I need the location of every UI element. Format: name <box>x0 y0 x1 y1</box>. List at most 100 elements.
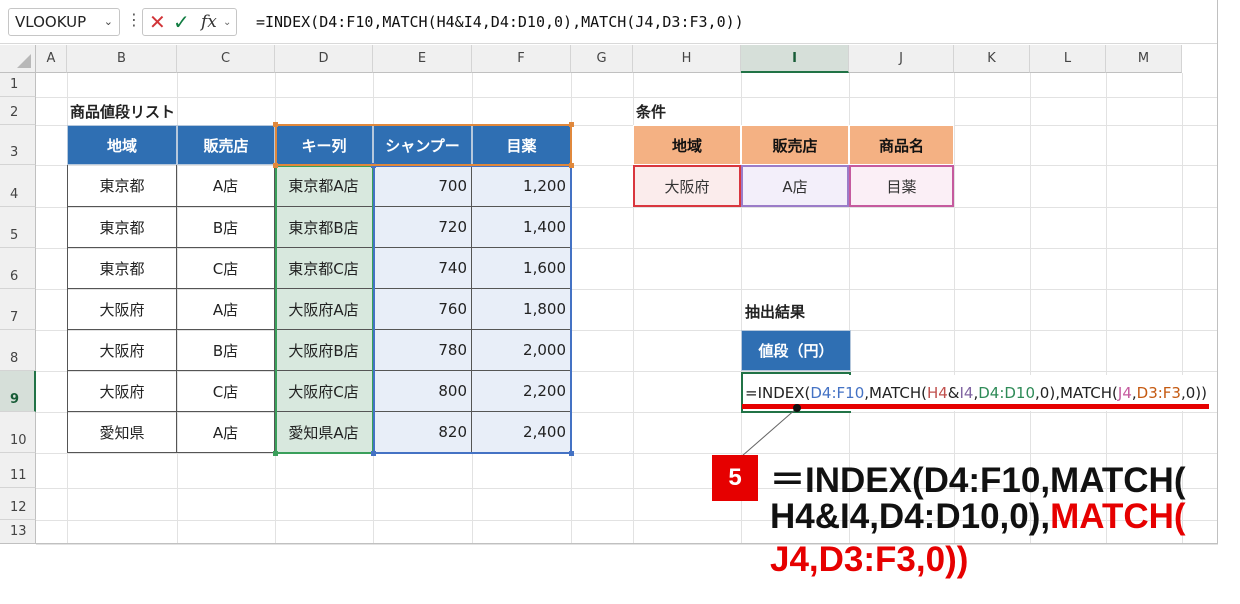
gridline-horizontal <box>36 544 1218 545</box>
column-header-h[interactable]: H <box>633 45 741 73</box>
column-header-f[interactable]: F <box>472 45 571 73</box>
row-header-8[interactable]: 8 <box>0 330 36 371</box>
price-list-header-cell: 地域 <box>67 125 177 165</box>
price-list-cell[interactable]: C店 <box>177 248 275 289</box>
row-header-2[interactable]: 2 <box>0 97 36 125</box>
column-header-a[interactable]: A <box>36 45 67 73</box>
price-list-cell[interactable]: 大阪府B店 <box>275 330 373 371</box>
formula-input[interactable]: =INDEX(D4:F10,MATCH(H4&I4,D4:D10,0),MATC… <box>256 13 744 31</box>
price-list-cell[interactable]: 東京都 <box>67 207 177 248</box>
price-list-cell[interactable]: 東京都A店 <box>275 165 373 207</box>
price-list-cell[interactable]: 愛知県 <box>67 412 177 453</box>
name-box[interactable]: VLOOKUP ⌄ <box>8 8 120 36</box>
conditions-value-cell[interactable]: 目薬 <box>849 165 954 207</box>
result-header: 値段（円） <box>741 330 851 371</box>
price-list-cell[interactable]: B店 <box>177 207 275 248</box>
row-header-11[interactable]: 11 <box>0 453 36 488</box>
insert-function-icon[interactable]: fx <box>201 9 217 35</box>
column-header-j[interactable]: J <box>849 45 954 73</box>
step-number-badge: 5 <box>712 455 758 501</box>
row-header-9[interactable]: 9 <box>0 371 36 412</box>
price-list-cell[interactable]: A店 <box>177 289 275 330</box>
column-header-g[interactable]: G <box>571 45 633 73</box>
sheet-edge <box>1217 0 1218 544</box>
annotation-line-3: J4,D3:F3,0)) <box>770 540 969 579</box>
column-header-e[interactable]: E <box>373 45 472 73</box>
enter-icon[interactable]: ✓ <box>173 9 190 35</box>
column-header-b[interactable]: B <box>67 45 177 73</box>
price-list-cell[interactable]: 大阪府 <box>67 289 177 330</box>
more-options-icon[interactable]: ⋮ <box>126 10 142 29</box>
row-header-5[interactable]: 5 <box>0 207 36 248</box>
chevron-down-icon[interactable]: ⌄ <box>223 9 231 37</box>
price-list-cell[interactable]: 820 <box>373 412 472 453</box>
row-header-4[interactable]: 4 <box>0 165 36 207</box>
range-handle[interactable] <box>569 163 574 168</box>
row-header-6[interactable]: 6 <box>0 248 36 289</box>
price-list-cell[interactable]: A店 <box>177 165 275 207</box>
column-header-d[interactable]: D <box>275 45 373 73</box>
price-list-cell[interactable]: 東京都B店 <box>275 207 373 248</box>
column-header-m[interactable]: M <box>1106 45 1182 73</box>
row-header-13[interactable]: 13 <box>0 520 36 544</box>
price-list-cell[interactable]: 東京都C店 <box>275 248 373 289</box>
price-list-header-cell: 目薬 <box>472 125 571 165</box>
range-handle[interactable] <box>371 451 376 456</box>
column-header-k[interactable]: K <box>954 45 1030 73</box>
price-list-cell[interactable]: C店 <box>177 371 275 412</box>
range-handle[interactable] <box>273 451 278 456</box>
range-handle[interactable] <box>273 122 278 127</box>
price-list-header-cell: 販売店 <box>177 125 275 165</box>
annotation-line-2-red: MATCH( <box>1050 497 1186 536</box>
price-list-cell[interactable]: 1,800 <box>472 289 571 330</box>
price-list-cell[interactable]: 720 <box>373 207 472 248</box>
conditions-value-cell[interactable]: A店 <box>741 165 849 207</box>
range-handle[interactable] <box>569 122 574 127</box>
price-list-cell[interactable]: 東京都 <box>67 165 177 207</box>
range-handle[interactable] <box>273 163 278 168</box>
price-list-cell[interactable]: 1,600 <box>472 248 571 289</box>
result-title: 抽出結果 <box>745 302 806 321</box>
price-list-cell[interactable]: 大阪府 <box>67 330 177 371</box>
price-list-cell[interactable]: 1,400 <box>472 207 571 248</box>
price-list-cell[interactable]: 780 <box>373 330 472 371</box>
price-list-cell[interactable]: 1,200 <box>472 165 571 207</box>
price-list-cell[interactable]: 大阪府 <box>67 371 177 412</box>
formula-token: & <box>947 384 960 402</box>
price-list-cell[interactable]: 740 <box>373 248 472 289</box>
formula-buttons: ✕ ✓ fx ⌄ <box>142 8 237 36</box>
price-list-cell[interactable]: 大阪府C店 <box>275 371 373 412</box>
price-list-cell[interactable]: 2,400 <box>472 412 571 453</box>
column-header-c[interactable]: C <box>177 45 275 73</box>
price-list-cell[interactable]: B店 <box>177 330 275 371</box>
price-list-cell[interactable]: 800 <box>373 371 472 412</box>
range-handle[interactable] <box>371 163 376 168</box>
row-header-3[interactable]: 3 <box>0 125 36 165</box>
price-list-cell[interactable]: A店 <box>177 412 275 453</box>
price-list-cell[interactable]: 2,000 <box>472 330 571 371</box>
price-list-cell[interactable]: 愛知県A店 <box>275 412 373 453</box>
price-list-header-cell: シャンプー <box>373 125 472 165</box>
cancel-icon[interactable]: ✕ <box>149 9 166 35</box>
conditions-value-cell[interactable]: 大阪府 <box>633 165 741 207</box>
range-handle[interactable] <box>569 451 574 456</box>
row-header-12[interactable]: 12 <box>0 488 36 520</box>
annotation-line-2-dark: H4&I4,D4:D10,0), <box>770 497 1051 536</box>
chevron-down-icon[interactable]: ⌄ <box>104 9 113 35</box>
conditions-header-cell: 商品名 <box>849 125 954 165</box>
column-header-i[interactable]: I <box>741 45 849 73</box>
price-list-cell[interactable]: 東京都 <box>67 248 177 289</box>
price-list-cell[interactable]: 760 <box>373 289 472 330</box>
row-header-1[interactable]: 1 <box>0 73 36 97</box>
conditions-title: 条件 <box>636 102 667 121</box>
formula-token: H4 <box>926 384 948 402</box>
column-header-l[interactable]: L <box>1030 45 1106 73</box>
price-list-cell[interactable]: 2,200 <box>472 371 571 412</box>
row-header-7[interactable]: 7 <box>0 289 36 330</box>
conditions-header-cell: 販売店 <box>741 125 849 165</box>
price-list-cell[interactable]: 700 <box>373 165 472 207</box>
formula-token: J4 <box>1117 384 1132 402</box>
select-all-button[interactable] <box>0 45 36 73</box>
price-list-cell[interactable]: 大阪府A店 <box>275 289 373 330</box>
row-header-10[interactable]: 10 <box>0 412 36 453</box>
